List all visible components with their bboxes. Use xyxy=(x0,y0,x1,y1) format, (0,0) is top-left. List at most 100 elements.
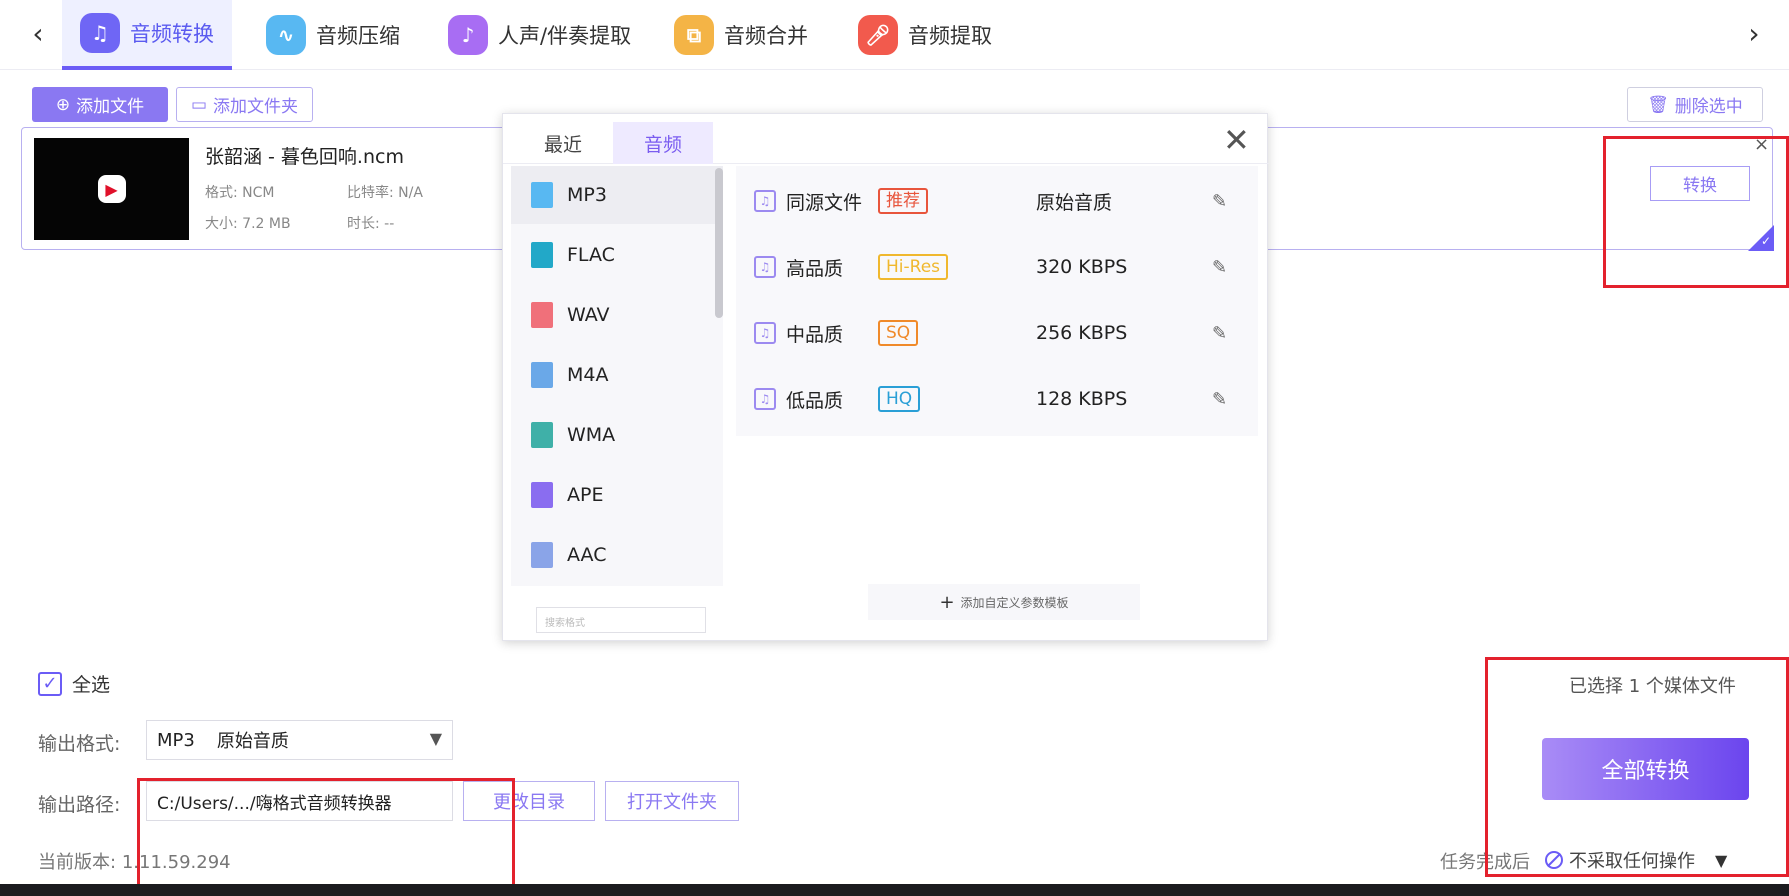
edit-icon[interactable]: ✎ xyxy=(1212,257,1227,278)
quality-row-medium[interactable]: ♫ 中品质 SQ 256 KBPS ✎ xyxy=(736,300,1258,366)
music-note-icon: ♫ xyxy=(754,256,776,278)
quality-row-low[interactable]: ♫ 低品质 HQ 128 KBPS ✎ xyxy=(736,366,1258,432)
tab-audio[interactable]: 音频 xyxy=(613,122,713,164)
merge-icon: ⧉ xyxy=(674,15,714,55)
checkbox-checked-icon: ✓ xyxy=(38,671,62,696)
wav-file-icon xyxy=(531,302,553,328)
m4a-file-icon xyxy=(531,362,553,388)
add-file-button[interactable]: ⊕ 添加文件 xyxy=(32,87,168,122)
music-note-icon: ♫ xyxy=(754,190,776,212)
format-item-flac[interactable]: FLAC xyxy=(511,226,723,284)
format-list: MP3 FLAC WAV M4A WMA APE AAC xyxy=(511,166,723,586)
tab-vocal-extract[interactable]: ♪ 人声/伴奏提取 xyxy=(430,0,649,70)
delete-selected-label: 删除选中 xyxy=(1674,97,1743,117)
version-info: 当前版本: 1.11.59.294 xyxy=(38,852,231,873)
quality-badge: Hi-Res xyxy=(878,254,949,280)
select-all-label: 全选 xyxy=(72,674,111,696)
waveform-icon: ∿ xyxy=(266,15,306,55)
after-task-value: 不采取任何操作 xyxy=(1569,851,1695,872)
add-template-label: 添加自定义参数模板 xyxy=(960,595,1069,610)
format-item-wav[interactable]: WAV xyxy=(511,286,723,344)
top-tab-bar: ‹ ♫ 音频转换 ∿ 音频压缩 ♪ 人声/伴奏提取 ⧉ 音频合并 🎤︎ 音频提取… xyxy=(0,0,1789,70)
tab-recent[interactable]: 最近 xyxy=(513,122,613,164)
output-format-label: 输出格式: xyxy=(38,733,121,755)
add-template-button[interactable]: + 添加自定义参数模板 xyxy=(868,584,1140,620)
file-thumbnail: ▶ xyxy=(34,138,189,240)
file-name: 张韶涵 - 暮色回响.ncm xyxy=(205,146,404,168)
format-item-mp3[interactable]: MP3 xyxy=(511,166,723,224)
play-icon: ▶ xyxy=(97,175,126,203)
convert-button[interactable]: 转换 xyxy=(1650,166,1750,201)
add-file-label: 添加文件 xyxy=(76,97,145,117)
edit-icon[interactable]: ✎ xyxy=(1212,389,1227,410)
headphones-icon: ♫ xyxy=(80,13,120,53)
microphone-icon: 🎤︎ xyxy=(858,15,898,55)
format-search-input[interactable]: 搜索格式 xyxy=(536,607,706,633)
tab-label: 人声/伴奏提取 xyxy=(498,24,632,48)
format-label: FLAC xyxy=(567,244,615,266)
tab-label: 音频压缩 xyxy=(316,24,400,48)
output-format-value: MP3 xyxy=(157,729,195,751)
tab-audio-merge[interactable]: ⧉ 音频合并 xyxy=(656,0,826,70)
tab-audio-compress[interactable]: ∿ 音频压缩 xyxy=(248,0,418,70)
plus-circle-icon: ⊕ xyxy=(55,94,71,115)
delete-selected-button[interactable]: 🗑︎ 删除选中 xyxy=(1627,87,1763,122)
output-quality-value: 原始音质 xyxy=(216,731,289,752)
after-task-select[interactable]: 不采取任何操作 ▼ xyxy=(1545,843,1750,877)
quality-value: 原始音质 xyxy=(1036,191,1113,214)
open-folder-button[interactable]: 打开文件夹 xyxy=(605,781,739,821)
format-label: WMA xyxy=(567,424,616,446)
output-format-select[interactable]: MP3 原始音质 ▼ xyxy=(146,720,453,760)
format-label: AAC xyxy=(567,544,607,566)
format-item-wma[interactable]: WMA xyxy=(511,406,723,464)
prohibit-icon xyxy=(1545,851,1563,869)
format-meta: 格式: NCM xyxy=(205,185,275,201)
convert-all-button[interactable]: 全部转换 xyxy=(1542,738,1749,800)
quality-name: 中品质 xyxy=(786,323,844,346)
close-icon[interactable]: ✕ xyxy=(1223,122,1250,158)
tab-label: 音频提取 xyxy=(908,24,992,48)
edit-icon[interactable]: ✎ xyxy=(1212,323,1227,344)
tab-audio-convert[interactable]: ♫ 音频转换 xyxy=(62,0,232,70)
quality-value: 320 KBPS xyxy=(1036,256,1128,278)
quality-badge: 推荐 xyxy=(878,188,928,214)
format-popup: 最近 音频 ✕ MP3 FLAC WAV M4A WMA APE AAC 搜索格… xyxy=(502,113,1269,641)
voice-icon: ♪ xyxy=(448,15,488,55)
edit-icon[interactable]: ✎ xyxy=(1212,191,1227,212)
mp3-file-icon xyxy=(531,182,553,208)
tab-label: 音频合并 xyxy=(724,24,808,48)
ape-file-icon xyxy=(531,482,553,508)
tab-label: 音频转换 xyxy=(130,22,214,46)
format-item-m4a[interactable]: M4A xyxy=(511,346,723,404)
dropdown-arrow-icon: ▼ xyxy=(1715,850,1728,870)
music-note-icon: ♫ xyxy=(754,388,776,410)
output-path-field[interactable]: C:/Users/.../嗨格式音频转换器 xyxy=(146,781,453,821)
aac-file-icon xyxy=(531,542,553,568)
format-item-ape[interactable]: APE xyxy=(511,466,723,524)
quality-name: 同源文件 xyxy=(786,191,863,214)
change-directory-button[interactable]: 更改目录 xyxy=(463,781,595,821)
size-meta: 大小: 7.2 MB xyxy=(205,216,291,232)
folder-icon: ▭ xyxy=(190,94,208,115)
quality-name: 高品质 xyxy=(786,257,844,280)
check-icon: ✓ xyxy=(1761,234,1772,248)
close-icon[interactable]: × xyxy=(1754,134,1769,155)
quality-row-high[interactable]: ♫ 高品质 Hi-Res 320 KBPS ✎ xyxy=(736,234,1258,300)
format-label: M4A xyxy=(567,364,609,386)
quality-value: 128 KBPS xyxy=(1036,388,1128,410)
tab-audio-extract[interactable]: 🎤︎ 音频提取 xyxy=(840,0,1010,70)
quality-value: 256 KBPS xyxy=(1036,322,1128,344)
add-folder-button[interactable]: ▭ 添加文件夹 xyxy=(176,87,313,122)
quality-name: 低品质 xyxy=(786,389,844,412)
format-list-scrollbar[interactable] xyxy=(715,168,723,318)
after-task-label: 任务完成后 xyxy=(1440,852,1530,873)
plus-icon: + xyxy=(939,591,955,613)
format-label: WAV xyxy=(567,304,610,326)
chevron-right-icon[interactable]: › xyxy=(1738,16,1770,52)
quality-row-source[interactable]: ♫ 同源文件 推荐 原始音质 ✎ xyxy=(736,168,1258,234)
chevron-left-icon[interactable]: ‹ xyxy=(22,16,54,52)
format-item-aac[interactable]: AAC xyxy=(511,526,723,584)
select-all-checkbox[interactable]: ✓ 全选 xyxy=(38,670,110,697)
popup-tabs: 最近 音频 ✕ xyxy=(503,114,1269,164)
taskbar-strip xyxy=(0,884,1789,896)
